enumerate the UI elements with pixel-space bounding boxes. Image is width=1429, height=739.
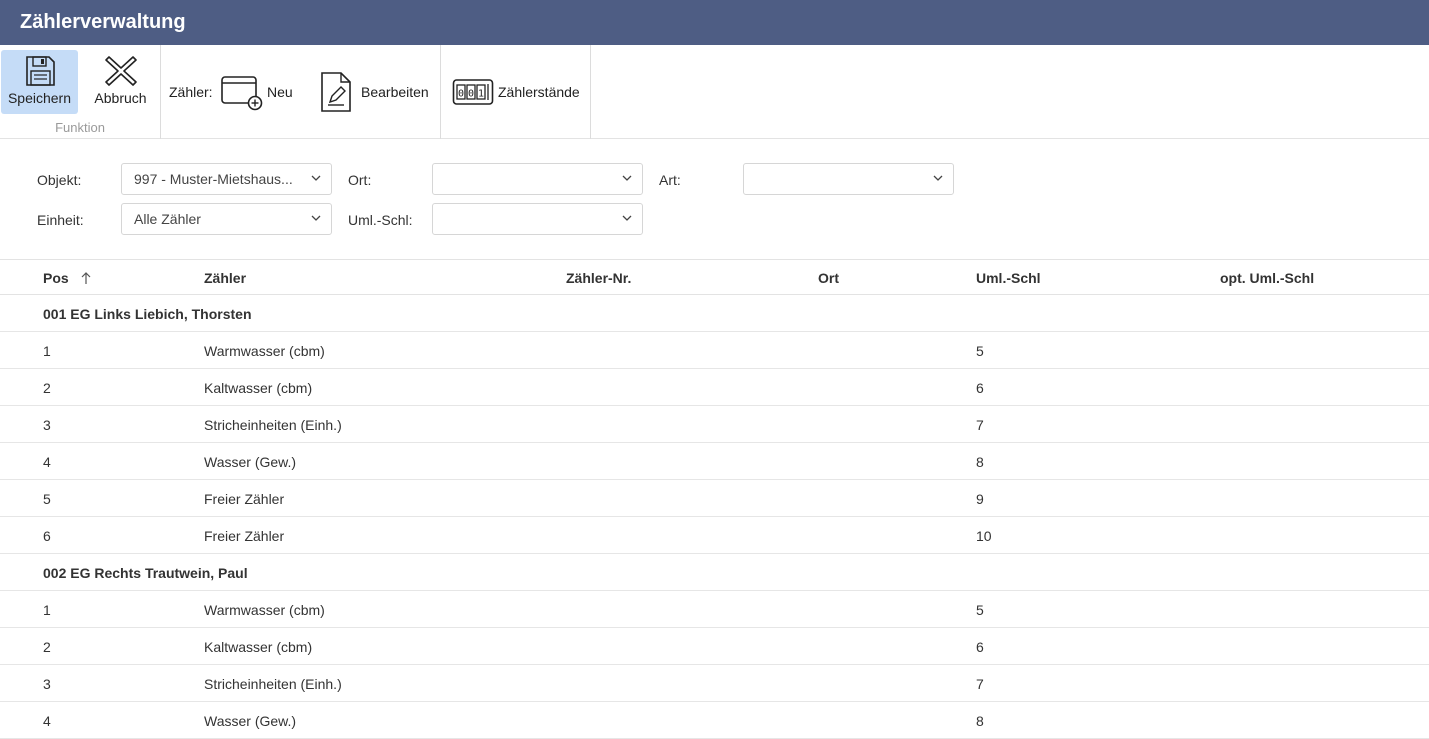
objekt-label: Objekt: [37, 172, 82, 188]
einheit-select-value: Alle Zähler [134, 211, 201, 227]
art-label: Art: [659, 172, 681, 188]
cell-counter: Freier Zähler [204, 528, 285, 544]
column-header-location[interactable]: Ort [818, 270, 839, 286]
cell-pos: 2 [43, 380, 51, 396]
einheit-label: Einheit: [37, 212, 84, 228]
cell-uml: 6 [976, 639, 984, 655]
cell-counter: Stricheinheiten (Einh.) [204, 676, 342, 692]
table-row[interactable]: 2 Kaltwasser (cbm) 6 [0, 369, 1429, 406]
save-button[interactable]: Speichern [1, 50, 78, 114]
cell-pos: 1 [43, 343, 51, 359]
cell-pos: 3 [43, 417, 51, 433]
cell-pos: 4 [43, 454, 51, 470]
table-row[interactable]: 5 Freier Zähler 9 [0, 480, 1429, 517]
objekt-select[interactable]: 997 - Muster-Mietshaus... [121, 163, 332, 195]
ribbon-group-readings: 0 0 1 Zählerstände [441, 45, 591, 139]
floppy-disk-icon [25, 56, 55, 86]
window-add-icon [221, 76, 263, 111]
cell-counter: Kaltwasser (cbm) [204, 639, 313, 655]
cell-uml: 10 [976, 528, 992, 544]
cell-uml: 7 [976, 417, 984, 433]
counter-readings-button[interactable]: 0 0 1 Zählerstände [452, 71, 580, 113]
cell-counter: Stricheinheiten (Einh.) [204, 417, 342, 433]
document-edit-icon [321, 72, 351, 112]
cell-uml: 6 [976, 380, 984, 396]
cell-uml: 5 [976, 343, 984, 359]
filter-panel: Objekt: 997 - Muster-Mietshaus... Ort: A… [0, 139, 1429, 259]
column-header-counter-no[interactable]: Zähler-Nr. [566, 270, 631, 286]
uml-select[interactable] [432, 203, 643, 235]
column-header-counter[interactable]: Zähler [204, 270, 246, 286]
table-header: Pos Zähler Zähler-Nr. Ort Uml.-Schl opt.… [0, 259, 1429, 295]
app-title: Zählerverwaltung [0, 0, 1429, 45]
cell-uml: 8 [976, 713, 984, 729]
art-select[interactable] [743, 163, 954, 195]
column-header-opt-uml[interactable]: opt. Uml.-Schl [1220, 270, 1314, 286]
cell-counter: Warmwasser (cbm) [204, 343, 325, 359]
table-row[interactable]: 1 Warmwasser (cbm) 5 [0, 591, 1429, 628]
save-button-label: Speichern [7, 90, 72, 106]
uml-label: Uml.-Schl: [348, 212, 413, 228]
group-row[interactable]: 002 EG Rechts Trautwein, Paul [0, 554, 1429, 591]
group-row-label: 001 EG Links Liebich, Thorsten [43, 306, 252, 322]
table-row[interactable]: 2 Kaltwasser (cbm) 6 [0, 628, 1429, 665]
cell-counter: Wasser (Gew.) [204, 454, 297, 470]
cell-uml: 9 [976, 491, 984, 507]
counter-label: Zähler: [169, 84, 213, 100]
cell-counter: Warmwasser (cbm) [204, 602, 325, 618]
ort-label: Ort: [348, 172, 372, 188]
edit-counter-button[interactable]: Bearbeiten [319, 71, 429, 113]
chevron-down-icon [933, 175, 943, 181]
chevron-down-icon [622, 215, 632, 221]
cell-counter: Kaltwasser (cbm) [204, 380, 313, 396]
cell-uml: 8 [976, 454, 984, 470]
cell-counter: Wasser (Gew.) [204, 713, 297, 729]
objekt-select-value: 997 - Muster-Mietshaus... [134, 171, 293, 187]
counter-readings-label: Zählerstände [498, 84, 580, 100]
new-counter-label: Neu [267, 84, 293, 100]
cell-uml: 5 [976, 602, 984, 618]
ribbon-group-function: Speichern Abbruch Funktion [0, 45, 161, 139]
ribbon-toolbar: Speichern Abbruch Funktion Zähler: Neu B… [0, 45, 1429, 139]
svg-text:0: 0 [468, 89, 474, 100]
sort-up-arrow-icon [81, 272, 91, 284]
group-row[interactable]: 001 EG Links Liebich, Thorsten [0, 295, 1429, 332]
cell-pos: 3 [43, 676, 51, 692]
cell-pos: 5 [43, 491, 51, 507]
cell-pos: 2 [43, 639, 51, 655]
table-row[interactable]: 3 Stricheinheiten (Einh.) 7 [0, 406, 1429, 443]
column-header-pos-label: Pos [43, 270, 69, 286]
group-row-label: 002 EG Rechts Trautwein, Paul [43, 565, 248, 581]
cell-counter: Freier Zähler [204, 491, 285, 507]
svg-text:0: 0 [458, 89, 464, 100]
ribbon-group-label: Funktion [55, 120, 105, 135]
counter-digits-icon: 0 0 1 [452, 79, 494, 105]
cancel-button-label: Abbruch [94, 90, 147, 106]
column-header-pos[interactable]: Pos [43, 270, 91, 286]
chevron-down-icon [622, 175, 632, 181]
table-row[interactable]: 3 Stricheinheiten (Einh.) 7 [0, 665, 1429, 702]
cell-pos: 4 [43, 713, 51, 729]
edit-counter-label: Bearbeiten [361, 84, 429, 100]
table-row[interactable]: 4 Wasser (Gew.) 8 [0, 443, 1429, 480]
ort-select[interactable] [432, 163, 643, 195]
column-header-uml[interactable]: Uml.-Schl [976, 270, 1041, 286]
einheit-select[interactable]: Alle Zähler [121, 203, 332, 235]
chevron-down-icon [311, 215, 321, 221]
chevron-down-icon [311, 175, 321, 181]
table-row[interactable]: 6 Freier Zähler 10 [0, 517, 1429, 554]
new-counter-button[interactable]: Neu [220, 71, 293, 113]
svg-text:1: 1 [478, 89, 484, 100]
table-row[interactable]: 1 Warmwasser (cbm) 5 [0, 332, 1429, 369]
close-x-icon [104, 56, 137, 86]
cancel-button[interactable]: Abbruch [83, 50, 158, 114]
cell-pos: 6 [43, 528, 51, 544]
ribbon-group-counter: Zähler: Neu Bearbeiten [161, 45, 441, 139]
counter-table: Pos Zähler Zähler-Nr. Ort Uml.-Schl opt.… [0, 259, 1429, 739]
cell-uml: 7 [976, 676, 984, 692]
cell-pos: 1 [43, 602, 51, 618]
table-body: 001 EG Links Liebich, Thorsten 1 Warmwasse… [0, 295, 1429, 739]
